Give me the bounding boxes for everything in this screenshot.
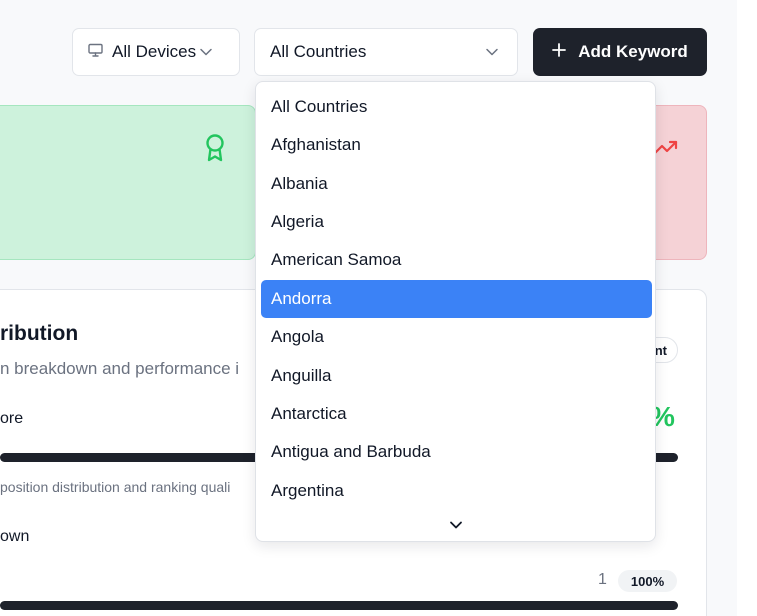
trending-up-icon	[653, 138, 678, 161]
award-icon	[203, 133, 227, 168]
panel-subtitle: n breakdown and performance i	[0, 359, 240, 378]
score-label: ore	[0, 410, 24, 427]
breakdown-label: own	[0, 528, 30, 545]
country-option[interactable]: Antarctica	[261, 395, 652, 433]
country-option[interactable]: Algeria	[261, 203, 652, 241]
plus-icon	[552, 42, 567, 62]
countries-select[interactable]: All Countries	[254, 28, 518, 76]
breakdown-progress-bar	[0, 601, 678, 610]
country-option[interactable]: Antigua and Barbuda	[261, 433, 652, 471]
stat-card-positive	[0, 105, 256, 260]
country-option[interactable]: American Samoa	[261, 241, 652, 279]
add-keyword-label: Add Keyword	[578, 42, 688, 61]
country-option[interactable]: Albania	[261, 165, 652, 203]
country-dropdown-menu: All Countries Afghanistan Albania Algeri…	[255, 81, 656, 542]
add-keyword-button[interactable]: Add Keyword	[533, 28, 707, 76]
country-option[interactable]: Argentina	[261, 472, 652, 510]
row-count: 1	[598, 571, 607, 588]
row-percent-badge: 100%	[618, 570, 677, 592]
right-edge	[737, 0, 757, 616]
country-option[interactable]: Angola	[261, 318, 652, 356]
country-option[interactable]: All Countries	[261, 88, 652, 126]
chevron-down-icon	[485, 42, 499, 62]
panel-title: ribution	[0, 322, 79, 345]
devices-select[interactable]: All Devices	[72, 28, 240, 76]
country-option[interactable]: Afghanistan	[261, 126, 652, 164]
scroll-down-chevron-icon[interactable]	[448, 518, 464, 536]
monitor-icon	[88, 42, 103, 62]
chevron-down-icon	[199, 42, 213, 62]
bar-caption: position distribution and ranking quali	[0, 479, 231, 495]
countries-select-label: All Countries	[270, 42, 367, 61]
country-option[interactable]: Anguilla	[261, 357, 652, 395]
devices-select-label: All Devices	[112, 42, 197, 61]
country-option-highlighted[interactable]: Andorra	[261, 280, 652, 318]
